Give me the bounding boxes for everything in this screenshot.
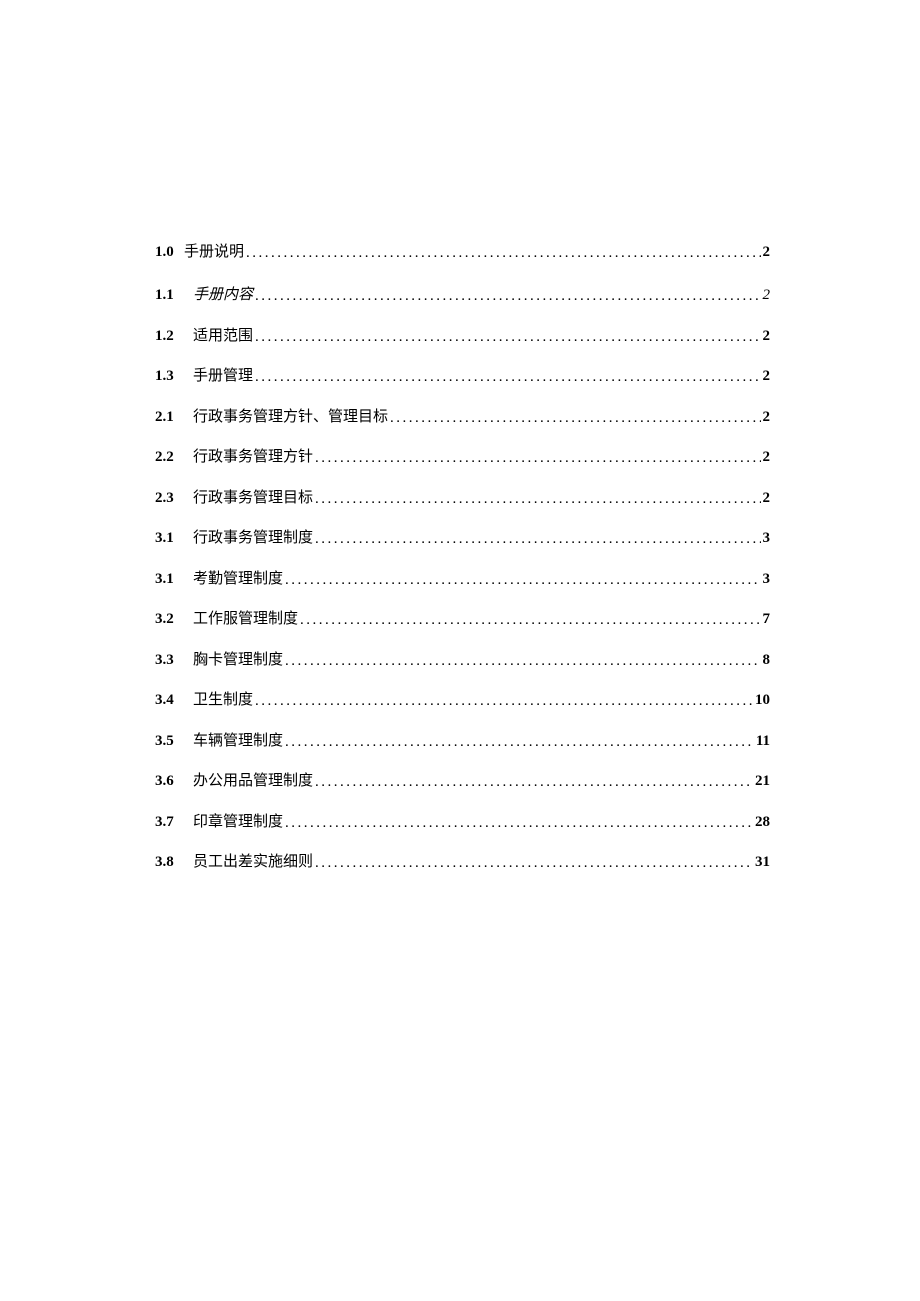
toc-dot-leader: ........................................… — [300, 612, 760, 629]
toc-entry-title: 工作服管理制度 — [193, 607, 298, 628]
toc-entry-title: 行政事务管理方针 — [193, 445, 313, 466]
toc-entry-number: 3.1 — [155, 571, 181, 588]
toc-entry-number: 3.5 — [155, 733, 181, 750]
toc-entry-title: 员工出差实施细则 — [193, 850, 313, 871]
toc-entry: 1.0手册说明.................................… — [155, 240, 770, 261]
toc-entry: 3.1 行政事务管理制度.............................… — [155, 526, 770, 547]
toc-dot-leader: ........................................… — [315, 450, 760, 467]
toc-entry-page: 2 — [763, 409, 771, 426]
toc-entry-title: 手册内容 — [193, 283, 253, 304]
toc-entry-page: 2 — [763, 244, 771, 261]
toc-entry-page: 8 — [763, 652, 771, 669]
document-page: 1.0手册说明.................................… — [0, 0, 920, 871]
toc-entry-title: 考勤管理制度 — [193, 567, 283, 588]
toc-entry: 3.2 工作服管理制度..............................… — [155, 607, 770, 628]
toc-entry-title: 适用范围 — [193, 324, 253, 345]
toc-entry-page: 7 — [763, 611, 771, 628]
toc-entry-title: 车辆管理制度 — [193, 729, 283, 750]
toc-dot-leader: ........................................… — [285, 734, 754, 751]
toc-dot-leader: ........................................… — [315, 491, 760, 508]
toc-entry-page: 2 — [763, 328, 771, 345]
toc-entry: 3.8 员工出差实施细则.............................… — [155, 850, 770, 871]
toc-entry-number: 3.1 — [155, 530, 181, 547]
toc-entry-page: 28 — [755, 814, 770, 831]
toc-dot-leader: ........................................… — [315, 531, 760, 548]
toc-entry-title: 行政事务管理目标 — [193, 486, 313, 507]
toc-entry-number: 3.7 — [155, 814, 181, 831]
toc-dot-leader: ........................................… — [255, 369, 760, 386]
table-of-contents: 1.0手册说明.................................… — [155, 240, 770, 871]
toc-dot-leader: ........................................… — [255, 693, 753, 710]
toc-entry-number: 3.3 — [155, 652, 181, 669]
toc-entry-title: 行政事务管理方针、管理目标 — [193, 405, 388, 426]
toc-entry-page: 10 — [755, 692, 770, 709]
toc-entry-title: 卫生制度 — [193, 688, 253, 709]
toc-dot-leader: ........................................… — [255, 329, 760, 346]
toc-dot-leader: ........................................… — [285, 572, 760, 589]
toc-entry: 1.3 手册管理.................................… — [155, 364, 770, 385]
toc-entry-page: 11 — [756, 733, 770, 750]
toc-entry: 3.4 卫生制度.................................… — [155, 688, 770, 709]
toc-dot-leader: ........................................… — [285, 815, 753, 832]
toc-dot-leader: ........................................… — [285, 653, 760, 670]
toc-entry-number: 2.2 — [155, 449, 181, 466]
toc-entry-number: 3.6 — [155, 773, 181, 790]
toc-entry: 3.5 车辆管理制度...............................… — [155, 729, 770, 750]
toc-entry: 3.3 胸卡管理制度...............................… — [155, 648, 770, 669]
toc-entry-title: 手册管理 — [193, 364, 253, 385]
toc-entry: 2.3 行政事务管理目标.............................… — [155, 486, 770, 507]
toc-entry-number: 1.3 — [155, 368, 181, 385]
toc-entry-page: 31 — [755, 854, 770, 871]
toc-entry-number: 1.1 — [155, 287, 181, 304]
toc-entry-page: 21 — [755, 773, 770, 790]
toc-dot-leader: ........................................… — [315, 774, 753, 791]
toc-entry-page: 2 — [763, 287, 771, 304]
toc-entry-number: 1.2 — [155, 328, 181, 345]
toc-entry-number: 2.1 — [155, 409, 181, 426]
toc-entry: 1.1 手册内容.................................… — [155, 283, 770, 304]
toc-entry-title: 胸卡管理制度 — [193, 648, 283, 669]
toc-entry: 3.1 考勤管理制度...............................… — [155, 567, 770, 588]
toc-entry: 3.6 办公用品管理制度.............................… — [155, 769, 770, 790]
toc-entry: 2.1 行政事务管理方针、管理目标........................… — [155, 405, 770, 426]
toc-entry-number: 2.3 — [155, 490, 181, 507]
toc-entry-number: 3.2 — [155, 611, 181, 628]
toc-entry-number: 3.8 — [155, 854, 181, 871]
toc-entry-page: 2 — [763, 449, 771, 466]
toc-entry-title: 办公用品管理制度 — [193, 769, 313, 790]
toc-dot-leader: ........................................… — [315, 855, 753, 872]
toc-entry-number: 3.4 — [155, 692, 181, 709]
toc-dot-leader: ........................................… — [255, 288, 760, 305]
toc-entry-title: 行政事务管理制度 — [193, 526, 313, 547]
toc-entry: 3.7 印章管理制度...............................… — [155, 810, 770, 831]
toc-entry-page: 3 — [763, 571, 771, 588]
toc-dot-leader: ........................................… — [390, 410, 760, 427]
toc-entry-title: 印章管理制度 — [193, 810, 283, 831]
toc-dot-leader: ........................................… — [246, 245, 760, 262]
toc-entry-page: 2 — [763, 490, 771, 507]
toc-entry-number: 1.0 — [155, 244, 181, 261]
toc-entry: 2.2 行政事务管理方针.............................… — [155, 445, 770, 466]
toc-entry-page: 3 — [763, 530, 771, 547]
toc-entry: 1.2 适用范围.................................… — [155, 324, 770, 345]
toc-entry-title: 手册说明 — [184, 240, 244, 261]
toc-entry-page: 2 — [763, 368, 771, 385]
